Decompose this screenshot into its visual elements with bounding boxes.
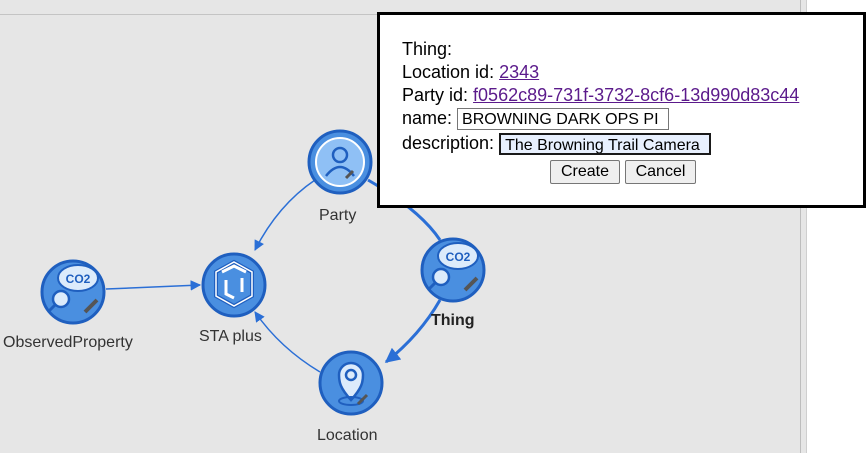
node-party[interactable] (307, 129, 373, 195)
name-row: name: BROWNING DARK OPS PI (402, 108, 670, 131)
dialog-heading: Thing: (402, 39, 453, 59)
node-location-label: Location (317, 427, 378, 444)
party-id-label: Party id: (402, 85, 469, 105)
svg-text:CO2: CO2 (446, 250, 471, 264)
create-button[interactable]: Create (550, 160, 620, 184)
node-sta-plus-label: STA plus (199, 328, 262, 345)
edge-thing-to-location (384, 299, 442, 364)
node-location[interactable] (318, 350, 384, 416)
edge-observed-to-sta (105, 280, 202, 291)
location-id-link[interactable]: 2343 (499, 62, 539, 82)
location-id-row: Location id: 2343 (402, 62, 539, 83)
cancel-button[interactable]: Cancel (625, 160, 696, 184)
node-thing-label: Thing (431, 312, 475, 329)
node-thing[interactable]: CO2 (420, 237, 486, 303)
party-id-link[interactable]: f0562c89-731f-3732-8cf6-13d990d83c44 (473, 85, 799, 105)
name-input[interactable]: BROWNING DARK OPS PI (457, 108, 670, 131)
node-observed-property-label: ObservedProperty (3, 334, 133, 351)
name-label: name: (402, 108, 453, 128)
description-row: description: The Browning Trail Camera (402, 132, 713, 157)
node-observed-property[interactable]: CO2 (40, 259, 106, 325)
edge-party-to-sta (254, 179, 316, 251)
create-thing-dialog: Thing: Location id: 2343 Party id: f0562… (377, 12, 866, 208)
node-party-label: Party (319, 207, 357, 224)
party-id-row: Party id: f0562c89-731f-3732-8cf6-13d990… (402, 85, 799, 106)
edge-location-to-sta (254, 311, 321, 373)
location-id-label: Location id: (402, 62, 495, 82)
description-input[interactable]: The Browning Trail Camera (498, 132, 713, 157)
location-pin-icon (337, 361, 369, 406)
description-label: description: (402, 133, 495, 153)
node-sta-plus[interactable] (201, 252, 267, 318)
svg-text:CO2: CO2 (66, 272, 91, 286)
